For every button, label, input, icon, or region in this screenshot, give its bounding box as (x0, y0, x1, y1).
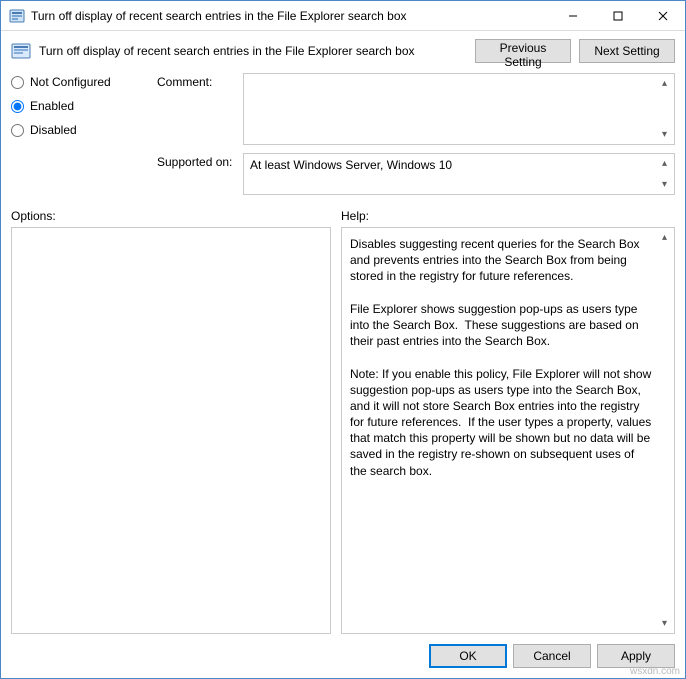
supported-on-textbox: At least Windows Server, Windows 10 ▴ ▾ (243, 153, 675, 195)
radio-not-configured-input[interactable] (11, 76, 24, 89)
titlebar: Turn off display of recent search entrie… (1, 1, 685, 31)
policy-title: Turn off display of recent search entrie… (39, 44, 467, 58)
radio-not-configured[interactable]: Not Configured (11, 75, 151, 89)
scroll-up-icon[interactable]: ▴ (656, 229, 673, 246)
policy-icon (11, 41, 31, 61)
minimize-button[interactable] (550, 1, 595, 30)
close-button[interactable] (640, 1, 685, 30)
options-panel (11, 227, 331, 634)
help-scrollbar[interactable]: ▴ ▾ (656, 229, 673, 632)
config-grid: Not Configured Enabled Disabled Comment:… (11, 73, 675, 195)
comment-textbox[interactable]: ▴ ▾ (243, 73, 675, 145)
radio-enabled-input[interactable] (11, 100, 24, 113)
comment-value (244, 74, 674, 82)
radio-enabled[interactable]: Enabled (11, 99, 151, 113)
help-panel: Disables suggesting recent queries for t… (341, 227, 675, 634)
supported-on-label: Supported on: (157, 153, 237, 195)
ok-button[interactable]: OK (429, 644, 507, 668)
cancel-button[interactable]: Cancel (513, 644, 591, 668)
radio-not-configured-label: Not Configured (30, 75, 111, 89)
comment-label: Comment: (157, 73, 237, 145)
radio-disabled-label: Disabled (30, 123, 77, 137)
content-area: Turn off display of recent search entrie… (1, 31, 685, 678)
big-row: Disables suggesting recent queries for t… (11, 227, 675, 634)
next-setting-button[interactable]: Next Setting (579, 39, 675, 63)
help-content: Disables suggesting recent queries for t… (342, 228, 674, 487)
window-controls (550, 1, 685, 30)
apply-button[interactable]: Apply (597, 644, 675, 668)
scroll-up-icon[interactable]: ▴ (656, 155, 673, 172)
header-row: Turn off display of recent search entrie… (11, 39, 675, 63)
app-icon (9, 8, 25, 24)
radio-disabled-input[interactable] (11, 124, 24, 137)
policy-editor-window: Turn off display of recent search entrie… (0, 0, 686, 679)
scroll-up-icon[interactable]: ▴ (656, 75, 673, 92)
state-radio-group: Not Configured Enabled Disabled (11, 73, 151, 195)
radio-disabled[interactable]: Disabled (11, 123, 151, 137)
supported-scrollbar[interactable]: ▴ ▾ (656, 155, 673, 193)
options-label: Options: (11, 209, 341, 223)
maximize-button[interactable] (595, 1, 640, 30)
scroll-down-icon[interactable]: ▾ (656, 615, 673, 632)
window-title: Turn off display of recent search entrie… (31, 9, 550, 23)
mid-labels: Options: Help: (11, 209, 675, 223)
radio-enabled-label: Enabled (30, 99, 74, 113)
comment-scrollbar[interactable]: ▴ ▾ (656, 75, 673, 143)
help-label: Help: (341, 209, 369, 223)
scroll-down-icon[interactable]: ▾ (656, 176, 673, 193)
footer-buttons: OK Cancel Apply (11, 644, 675, 668)
previous-setting-button[interactable]: Previous Setting (475, 39, 571, 63)
supported-on-value: At least Windows Server, Windows 10 (244, 154, 674, 176)
scroll-down-icon[interactable]: ▾ (656, 126, 673, 143)
